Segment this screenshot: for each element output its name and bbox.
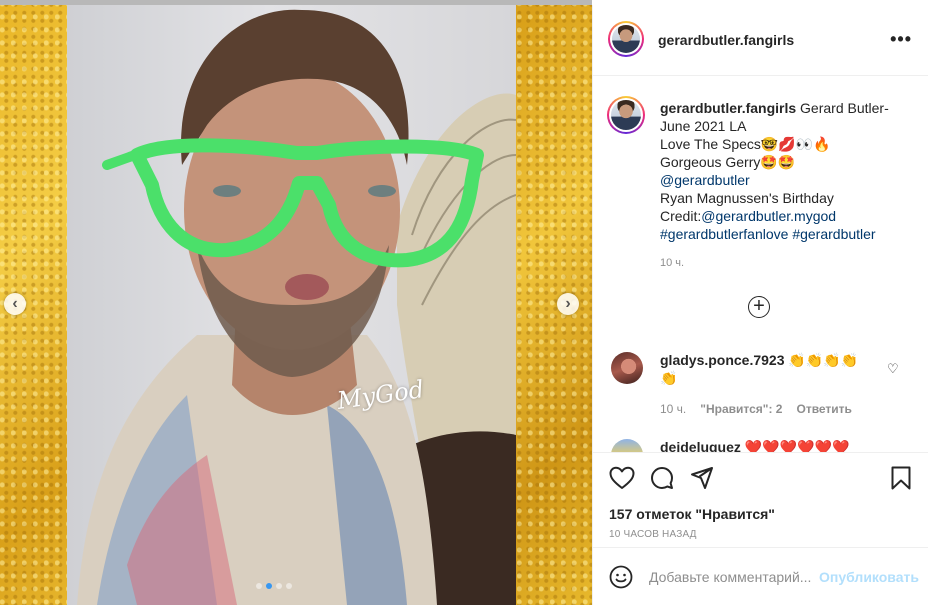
carousel-dot [276,583,282,589]
heart-icon[interactable] [609,466,635,490]
comment-username[interactable]: dejdeluguez [660,439,741,452]
reply-button[interactable]: Ответить [796,402,851,416]
comment-form: Опубликовать [593,547,928,605]
photo-illustration [77,9,516,605]
share-icon[interactable] [690,466,714,490]
publish-button[interactable]: Опубликовать [819,569,919,585]
post-caption: gerardbutler.fangirls Gerard Butler- Jun… [660,99,910,243]
carousel-dot-active [266,583,272,589]
comment-item: gladys.ponce.7923 👏👏👏👏👏 [660,351,875,387]
credit-prefix: Credit: [660,208,702,224]
post-timestamp: 10 ЧАСОВ НАЗАД [609,529,697,540]
credit-mention-link[interactable]: @gerardbutler.mygod [701,208,836,224]
caption-line2: June 2021 LA [660,118,747,134]
caption-timestamp: 10 ч. [660,257,685,269]
comment-avatar[interactable] [611,439,643,452]
comment-likes-count[interactable]: "Нравится": 2 [700,402,782,416]
likes-count[interactable]: 157 отметок "Нравится" [609,506,775,522]
comment-body: ❤️❤️❤️❤️❤️❤️ [744,439,850,452]
hashtag-link[interactable]: #gerardbutler [792,226,875,242]
comment-avatar[interactable] [611,352,643,384]
chevron-right-icon[interactable]: › [557,293,579,315]
carousel-indicator [256,583,292,589]
carousel-dot [286,583,292,589]
header-username[interactable]: gerardbutler.fangirls [658,32,794,48]
header-avatar[interactable] [608,21,644,57]
caption-avatar[interactable] [607,96,645,134]
caption-line4: Gorgeous Gerry🤩🤩 [660,154,796,170]
comment-input[interactable] [649,567,815,587]
comment-icon[interactable] [650,466,674,490]
post-photo[interactable]: MyGod [67,5,516,605]
comment-meta: 10 ч. "Нравится": 2 Ответить [660,402,852,416]
more-icon[interactable]: ••• [890,29,912,50]
comment-username[interactable]: gladys.ponce.7923 [660,352,785,368]
caption-username[interactable]: gerardbutler.fangirls [660,100,796,116]
chevron-left-icon[interactable]: ‹ [4,293,26,315]
caption-line3: Love The Specs🤓💋👀🔥 [660,136,831,152]
comment-like-heart-icon[interactable]: ♡ [887,361,899,377]
caption-line5: Ryan Magnussen's Birthday [660,190,834,206]
bookmark-icon[interactable] [890,466,912,490]
hashtag-link[interactable]: #gerardbutlerfanlove [660,226,788,242]
mention-link[interactable]: @gerardbutler [660,172,750,188]
comments-scroll-area[interactable]: gerardbutler.fangirls Gerard Butler- Jun… [593,77,928,452]
post-media: MyGod ‹ › [0,0,592,605]
comment-timestamp: 10 ч. [660,402,687,416]
caption-line1: Gerard Butler- [800,100,889,116]
carousel-dot [256,583,262,589]
post-header: gerardbutler.fangirls ••• [593,5,928,76]
comment-item: dejdeluguez ❤️❤️❤️❤️❤️❤️ [660,439,849,452]
emoji-icon[interactable] [609,565,633,589]
post-sidebar: gerardbutler.fangirls ••• gerardbutler.f… [592,5,928,605]
plus-circle-icon[interactable]: + [748,296,770,318]
